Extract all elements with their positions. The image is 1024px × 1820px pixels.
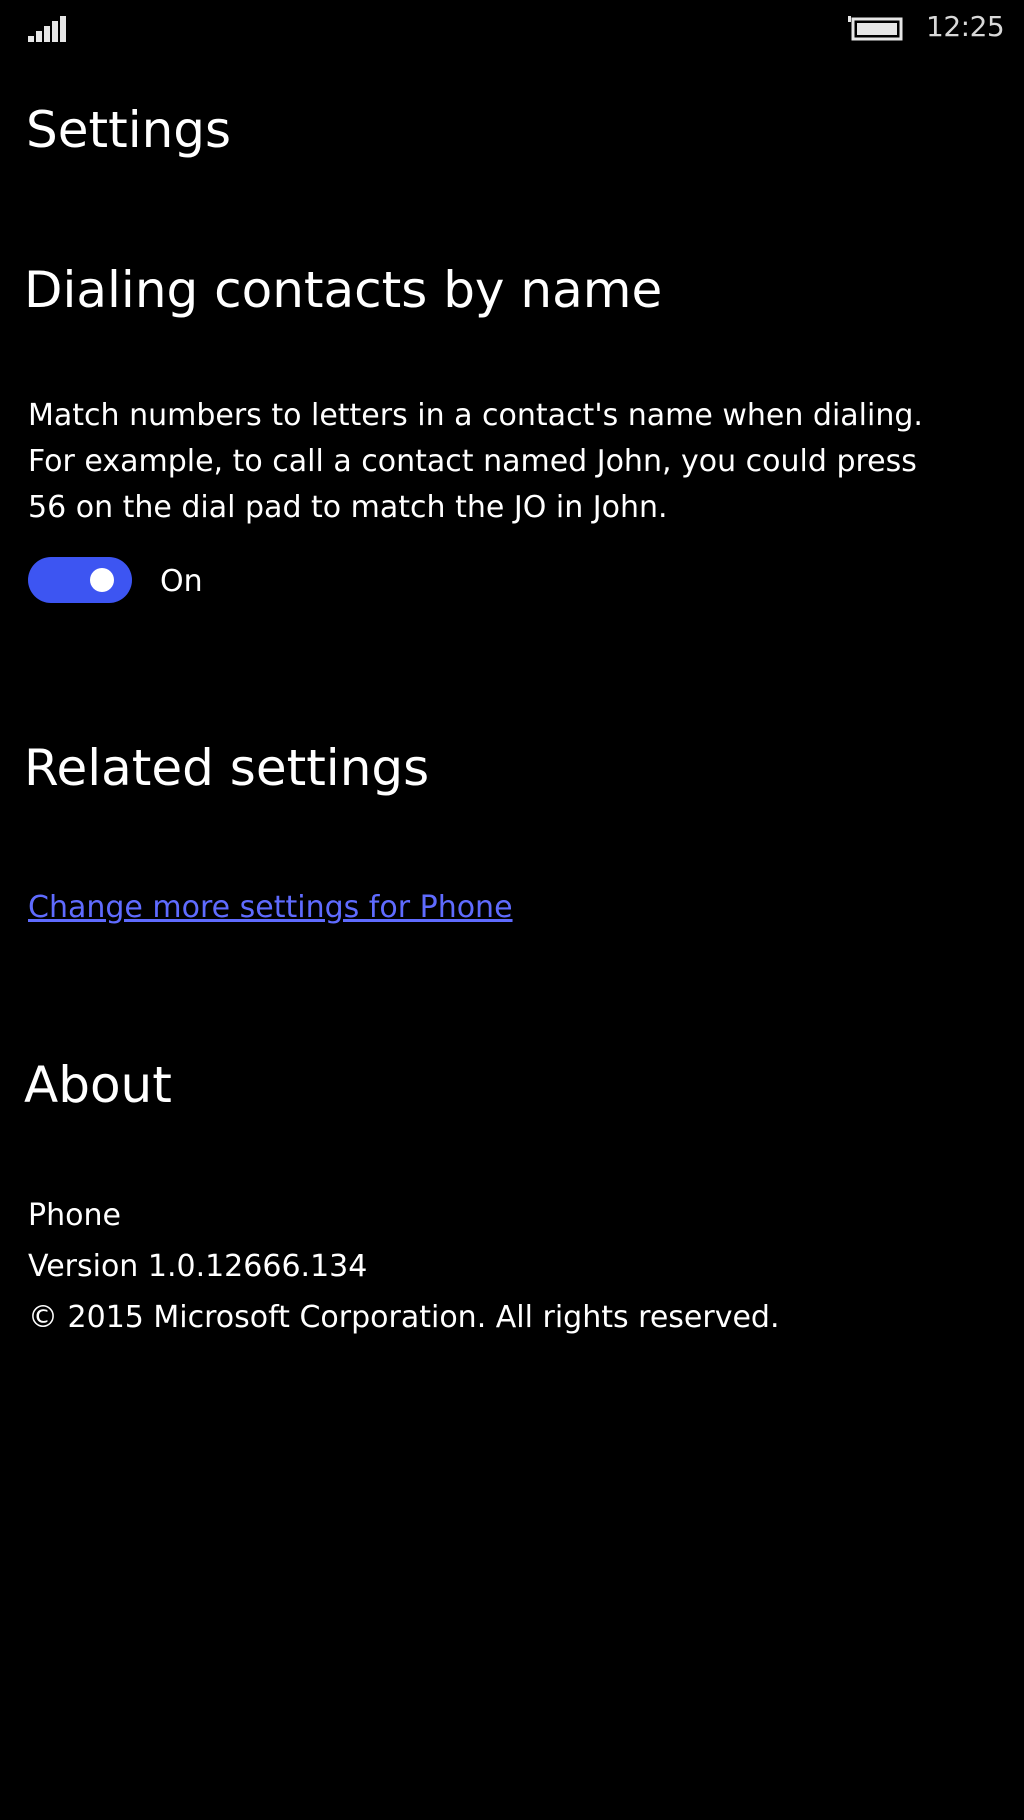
- app-name: Phone: [28, 1198, 121, 1233]
- dial-by-name-toggle[interactable]: [28, 557, 132, 603]
- page-title: Settings: [26, 101, 232, 159]
- app-version: Version 1.0.12666.134: [28, 1249, 368, 1284]
- battery-icon: [848, 16, 903, 41]
- copyright-text: © 2015 Microsoft Corporation. All rights…: [28, 1300, 780, 1335]
- dialing-section-header: Dialing contacts by name: [24, 261, 663, 319]
- description-line: Match numbers to letters in a contact's …: [28, 398, 923, 433]
- description-line: 56 on the dial pad to match the JO in Jo…: [28, 490, 668, 525]
- related-settings-header: Related settings: [24, 739, 430, 797]
- change-phone-settings-link[interactable]: Change more settings for Phone: [28, 888, 513, 928]
- signal-strength-icon: [28, 16, 66, 42]
- status-bar: 12:25: [0, 0, 1024, 56]
- about-header: About: [24, 1056, 172, 1114]
- dialing-description: Match numbers to letters in a contact's …: [28, 393, 1008, 531]
- clock-time: 12:25: [926, 10, 1005, 43]
- about-info: Phone Version 1.0.12666.134 © 2015 Micro…: [28, 1190, 780, 1343]
- description-line: For example, to call a contact named Joh…: [28, 444, 917, 479]
- toggle-knob: [90, 568, 114, 592]
- toggle-state-label: On: [160, 564, 203, 599]
